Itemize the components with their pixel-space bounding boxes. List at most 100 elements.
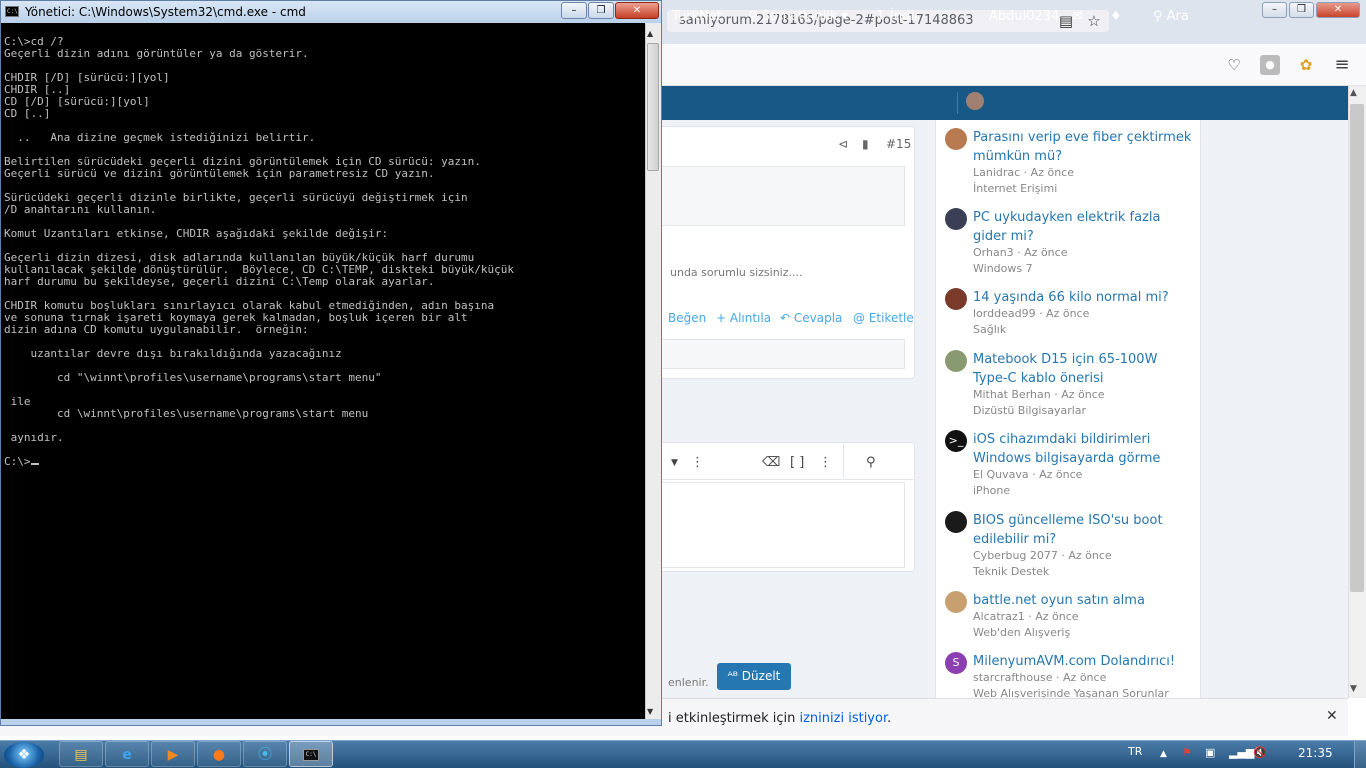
bookmark-star-icon[interactable]: ☆ bbox=[1085, 12, 1103, 30]
nav-indir[interactable]: ↧ İndir bbox=[875, 0, 919, 34]
scroll-down-arrow-icon[interactable]: ▼ bbox=[647, 707, 653, 716]
scroll-up-arrow-icon[interactable]: ▲ bbox=[1350, 88, 1357, 98]
latest-post-forum[interactable]: İnternet Erişimi bbox=[973, 182, 1057, 195]
preview-icon[interactable]: ⚲ bbox=[866, 455, 876, 470]
notification-text-after: . bbox=[887, 711, 892, 726]
latest-post-meta[interactable]: Orhan3 · Az önce bbox=[973, 246, 1067, 259]
scroll-up-arrow-icon[interactable]: ▲ bbox=[647, 29, 653, 38]
latest-post-forum[interactable]: Teknik Destek bbox=[973, 565, 1049, 578]
latest-post-meta[interactable]: Mithat Berhan · Az önce bbox=[973, 388, 1105, 401]
hamburger-menu-icon[interactable]: ≡ bbox=[1332, 55, 1352, 75]
browser-maximize-button[interactable]: ❒ bbox=[1289, 2, 1314, 18]
network-signal-icon[interactable]: ▂▄▆ bbox=[1229, 746, 1254, 759]
reply-button[interactable]: ↶ Cevapla bbox=[780, 311, 842, 325]
user-avatar[interactable] bbox=[966, 92, 984, 110]
media-player-icon[interactable]: ▶ bbox=[151, 741, 195, 767]
post-number[interactable]: #15 bbox=[886, 137, 911, 151]
reply-button-label: Cevapla bbox=[793, 311, 843, 325]
latest-post-title[interactable]: PC uykudayken elektrik fazla gider mi? bbox=[973, 208, 1193, 246]
cmd-app-icon[interactable]: C:\ bbox=[5, 6, 19, 17]
avatar[interactable] bbox=[945, 591, 967, 613]
latest-post-meta[interactable]: Cyberbug 2077 · Az önce bbox=[973, 549, 1112, 562]
cmd-console-area[interactable]: C:\>cd /? Geçerli dizin adını görüntüler … bbox=[1, 23, 645, 719]
latest-post-meta[interactable]: Lanidrac · Az önce bbox=[973, 166, 1074, 179]
file-explorer-icon[interactable]: ▤ bbox=[59, 741, 103, 767]
latest-post-forum[interactable]: Web'den Alışveriş bbox=[973, 626, 1070, 639]
more-vertical-icon[interactable]: ⋮ bbox=[691, 455, 704, 470]
nav-user-name[interactable]: Abdul0234 bbox=[966, 0, 1059, 34]
latest-post-title[interactable]: BIOS güncelleme ISO'su boot edilebilir m… bbox=[973, 511, 1193, 549]
latest-post-meta[interactable]: Alcatraz1 · Az önce bbox=[973, 610, 1079, 623]
browser-close-button[interactable]: ✕ bbox=[1316, 2, 1360, 18]
firefox-icon[interactable]: ● bbox=[197, 741, 241, 767]
avatar[interactable] bbox=[945, 288, 967, 310]
latest-post-forum[interactable]: iPhone bbox=[973, 484, 1010, 497]
latest-post-meta[interactable]: El Quvava · Az önce bbox=[973, 468, 1082, 481]
close-icon[interactable]: ✕ bbox=[1326, 708, 1338, 724]
latest-post-forum[interactable]: Windows 7 bbox=[973, 262, 1033, 275]
bookmark-icon[interactable]: ▮ bbox=[862, 137, 869, 151]
editor-text-area[interactable] bbox=[660, 482, 905, 568]
mention-button[interactable]: @ Etiketle bbox=[853, 311, 914, 325]
cmd-maximize-button[interactable]: ❒ bbox=[588, 2, 614, 19]
nav-turknet[interactable]: TurkNet bbox=[672, 0, 722, 34]
latest-post-title[interactable]: Parasını verip eve fiber çektirmek mümkü… bbox=[973, 128, 1193, 166]
latest-post-title[interactable]: iOS cihazımdaki bildirimleri Windows bil… bbox=[973, 430, 1193, 468]
quote-button[interactable]: + Alıntıla bbox=[716, 311, 771, 325]
editor-divider bbox=[843, 444, 844, 478]
scroll-down-arrow-icon[interactable]: ▼ bbox=[1350, 684, 1357, 694]
chevron-down-icon[interactable]: ▼ bbox=[671, 458, 678, 468]
eraser-icon[interactable]: ⌫ bbox=[762, 455, 780, 470]
latest-post-title[interactable]: 14 yaşında 66 kilo normal mi? bbox=[973, 288, 1193, 307]
pocket-icon[interactable]: ♡ bbox=[1224, 55, 1244, 75]
internet-explorer-icon[interactable]: e bbox=[105, 741, 149, 767]
edit-button[interactable]: ᴬᴮ Düzelt bbox=[717, 663, 791, 690]
latest-post-meta[interactable]: lorddead99 · Az önce bbox=[973, 307, 1089, 320]
brackets-icon[interactable]: [ ] bbox=[790, 455, 804, 470]
avatar[interactable] bbox=[945, 511, 967, 533]
avatar[interactable] bbox=[945, 128, 967, 150]
share-icon[interactable]: ⊲ bbox=[838, 137, 848, 151]
avatar[interactable]: >_ bbox=[945, 430, 967, 452]
chevron-right-icon[interactable]: › bbox=[938, 0, 944, 34]
avatar[interactable] bbox=[945, 350, 967, 372]
show-hidden-icons-icon[interactable]: ▲ bbox=[1160, 749, 1167, 759]
bell-icon[interactable]: ♦ bbox=[1110, 0, 1122, 34]
start-button[interactable]: ❖ bbox=[4, 742, 44, 768]
device-icon[interactable]: ▣ bbox=[1205, 746, 1215, 759]
clock[interactable]: 21:35 bbox=[1298, 746, 1333, 760]
browser-scrollbar-thumb[interactable] bbox=[1350, 104, 1364, 592]
cmd-output-line: CD [..] bbox=[4, 107, 51, 120]
nav-son-etkinlik[interactable]: ⚲ Son etkinlik ▾ bbox=[748, 0, 848, 34]
latest-post-title[interactable]: battle.net oyun satın alma bbox=[973, 591, 1193, 610]
browser-minimize-button[interactable]: – bbox=[1262, 2, 1287, 18]
avatar[interactable]: S bbox=[945, 652, 967, 674]
notification-text: i etkinleştirmek için izninizi istiyor. bbox=[668, 711, 891, 726]
cmd-output-line bbox=[4, 444, 514, 456]
avatar[interactable] bbox=[945, 208, 967, 230]
show-desktop-button[interactable] bbox=[1354, 741, 1366, 768]
cmd-scrollbar-thumb[interactable] bbox=[647, 43, 659, 171]
cmd-prompt-line[interactable]: C:\> bbox=[4, 456, 514, 468]
nav-search[interactable]: ⚲ Ara bbox=[1153, 0, 1189, 34]
extension-icon[interactable]: ✿ bbox=[1296, 55, 1316, 75]
cmd-taskbar-button[interactable]: C:\ bbox=[289, 741, 333, 767]
cmd-output-line: CD [/D] [sürücü:][yol] bbox=[4, 95, 150, 108]
like-button[interactable]: Beğen bbox=[668, 311, 706, 325]
cmd-minimize-button[interactable]: – bbox=[561, 2, 587, 19]
permission-link[interactable]: izninizi istiyor bbox=[800, 711, 888, 726]
latest-post-meta[interactable]: starcrafthouse · Az önce bbox=[973, 671, 1106, 684]
cmd-close-button[interactable]: ✕ bbox=[615, 2, 659, 19]
volume-muted-icon[interactable]: 🔇 bbox=[1253, 746, 1267, 759]
action-center-flag-icon[interactable]: ⚑ bbox=[1182, 746, 1192, 759]
mail-icon[interactable]: ✉ bbox=[1072, 0, 1083, 34]
latest-post-forum[interactable]: Dizüstü Bilgisayarlar bbox=[973, 404, 1086, 417]
latest-post-title[interactable]: MilenyumAVM.com Dolandırıcı! bbox=[973, 652, 1193, 671]
edge-icon[interactable]: ⦿ bbox=[243, 741, 287, 767]
profile-icon[interactable]: ● bbox=[1260, 55, 1280, 75]
reply-strip bbox=[660, 339, 905, 369]
latest-post-forum[interactable]: Sağlık bbox=[973, 323, 1006, 336]
language-indicator[interactable]: TR bbox=[1128, 745, 1142, 758]
more-vertical-icon[interactable]: ⋮ bbox=[819, 455, 832, 470]
latest-post-title[interactable]: Matebook D15 için 65-100W Type-C kablo ö… bbox=[973, 350, 1193, 388]
